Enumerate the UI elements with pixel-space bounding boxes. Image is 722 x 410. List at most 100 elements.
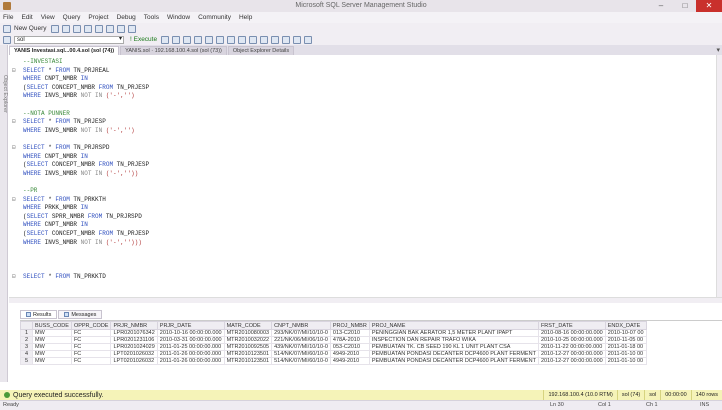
save-all-icon[interactable]: [116, 24, 125, 33]
database-select[interactable]: sol ▾: [14, 35, 124, 44]
intellisense-icon[interactable]: [216, 35, 225, 44]
row-number[interactable]: 1: [20, 329, 33, 337]
query-editor[interactable]: --INVESTASI SELECT * FROM TN_PRJREAL WHERE…: [9, 55, 716, 297]
collapse-region-icon[interactable]: ⊟: [12, 196, 16, 203]
table-cell[interactable]: 053-C2010: [329, 343, 370, 351]
table-cell[interactable]: 2010-08-16 00:00:00.000: [537, 329, 606, 337]
table-cell[interactable]: 2010-10-25 00:00:00.000: [537, 336, 606, 344]
menu-project[interactable]: Project: [88, 14, 108, 21]
menu-tools[interactable]: Tools: [144, 14, 159, 21]
tab-results[interactable]: Results: [20, 310, 58, 319]
table-cell[interactable]: 2011-01-18 00: [604, 343, 647, 351]
results-to-text-icon[interactable]: [227, 35, 236, 44]
table-cell[interactable]: 514/NK/07/MI/60/10-0: [271, 357, 331, 365]
table-cell[interactable]: 2010-12-27 00:00:00.000: [537, 350, 606, 358]
activity-monitor-icon[interactable]: [127, 24, 136, 33]
table-cell[interactable]: PEMBUATAN PONDASI DECANTER DCP4600 PLANT…: [368, 350, 539, 358]
menu-community[interactable]: Community: [198, 14, 231, 21]
open-file-icon[interactable]: [50, 24, 59, 33]
table-row[interactable]: 2 MW FC LPR0201231106 2010-03-31 00:00:00.00…: [20, 336, 647, 344]
table-cell[interactable]: 2011-01-10 00: [604, 357, 647, 365]
cancel-query-icon[interactable]: [172, 35, 181, 44]
column-header[interactable]: PROJ_NMBR: [329, 321, 370, 330]
column-header[interactable]: PRJR_NMBR: [110, 321, 158, 330]
table-cell[interactable]: MTR2010123501: [223, 350, 273, 358]
table-cell[interactable]: 2011-01-25 00:00:00.000: [156, 343, 225, 351]
menu-help[interactable]: Help: [239, 14, 252, 21]
column-header[interactable]: MATR_CODE: [223, 321, 273, 330]
table-cell[interactable]: 2011-01-26 00:00:00.000: [156, 357, 225, 365]
menu-file[interactable]: File: [3, 14, 13, 21]
increase-indent-icon[interactable]: [293, 35, 302, 44]
results-to-file-icon[interactable]: [249, 35, 258, 44]
collapse-region-icon[interactable]: ⊟: [12, 144, 16, 151]
menu-edit[interactable]: Edit: [21, 14, 32, 21]
table-cell[interactable]: 2010-10-16 00:00:00.000: [156, 329, 225, 337]
table-cell[interactable]: PEMBUATAN TK. CB SEED 190 KL 1 UNIT PLAN…: [368, 343, 539, 351]
table-cell[interactable]: FC: [70, 357, 112, 365]
column-header[interactable]: ENDX_DATE: [604, 321, 647, 330]
uncomment-icon[interactable]: [271, 35, 280, 44]
table-row[interactable]: 4 MW FC LPT0201026032 2011-01-26 00:00:00.00…: [20, 350, 647, 358]
analysis-query-icon[interactable]: [72, 24, 81, 33]
column-header[interactable]: PRJR_DATE: [156, 321, 225, 330]
menu-debug[interactable]: Debug: [117, 14, 136, 21]
editor-horizontal-scrollbar[interactable]: [9, 297, 722, 303]
close-button[interactable]: ✕: [696, 0, 722, 12]
collapse-region-icon[interactable]: ⊟: [12, 273, 16, 280]
row-number[interactable]: 5: [20, 357, 33, 365]
decrease-indent-icon[interactable]: [282, 35, 291, 44]
xmla-query-icon[interactable]: [83, 24, 92, 33]
comment-icon[interactable]: [260, 35, 269, 44]
execute-button[interactable]: ! Execute: [130, 36, 157, 43]
row-number[interactable]: 2: [20, 336, 33, 344]
tab-object-explorer-details[interactable]: Object Explorer Details: [227, 46, 295, 55]
table-cell[interactable]: LPR0201024029: [110, 343, 158, 351]
collapse-region-icon[interactable]: ⊟: [12, 118, 16, 125]
menu-view[interactable]: View: [41, 14, 55, 21]
table-cell[interactable]: PENINGGIAN BAK AERATOR 1,5 METER PLANT I…: [368, 329, 539, 337]
maximize-button[interactable]: □: [674, 0, 696, 12]
close-tab-icon[interactable]: ▾: [716, 46, 720, 54]
query-options-icon[interactable]: [205, 35, 214, 44]
table-cell[interactable]: 2010-12-27 00:00:00.000: [537, 357, 606, 365]
display-plan-icon[interactable]: [194, 35, 203, 44]
minimize-button[interactable]: –: [650, 0, 672, 12]
table-cell[interactable]: 478A-2010: [329, 336, 370, 344]
table-row[interactable]: 1 MW FC LPR0201076342 2010-10-16 00:00:00.00…: [20, 329, 647, 337]
table-cell[interactable]: MTR2010123501: [223, 357, 273, 365]
table-cell[interactable]: 013-C2010: [329, 329, 370, 337]
tab-yanis-query[interactable]: YANIS.sol · 192.168.100.4.sol (sol (73)): [120, 46, 227, 55]
debug-icon[interactable]: [161, 35, 170, 44]
table-cell[interactable]: MW: [32, 357, 72, 365]
column-header[interactable]: [20, 321, 33, 330]
results-to-grid-icon[interactable]: [238, 35, 247, 44]
table-cell[interactable]: 4949-2010: [329, 350, 370, 358]
table-cell[interactable]: MW: [32, 350, 72, 358]
table-cell[interactable]: 2010-11-05 00: [604, 336, 647, 344]
table-cell[interactable]: 514/NK/07/MI/60/10-0: [271, 350, 331, 358]
editor-vertical-scrollbar[interactable]: [716, 55, 722, 297]
menu-query[interactable]: Query: [63, 14, 81, 21]
row-number[interactable]: 3: [20, 343, 33, 351]
table-cell[interactable]: 439/NK/07/MI/10/10-0: [271, 343, 331, 351]
table-cell[interactable]: MW: [32, 329, 72, 337]
table-cell[interactable]: FC: [70, 350, 112, 358]
column-header[interactable]: FRST_DATE: [537, 321, 606, 330]
table-cell[interactable]: MTR2010092505: [223, 343, 273, 351]
save-icon[interactable]: [105, 24, 114, 33]
results-grid[interactable]: BUSS_CODE OPPR_CODE PRJR_NMBR PRJR_DATE MATR…: [20, 320, 722, 372]
connect-icon[interactable]: [3, 35, 11, 44]
table-cell[interactable]: 2010-03-31 00:00:00.000: [156, 336, 225, 344]
table-cell[interactable]: MW: [32, 336, 72, 344]
table-cell[interactable]: MW: [32, 343, 72, 351]
menu-window[interactable]: Window: [167, 14, 190, 21]
collapse-region-icon[interactable]: ⊟: [12, 67, 16, 74]
column-header[interactable]: PROJ_NAME: [368, 321, 539, 330]
table-cell[interactable]: PEMBUATAN PONDASI DECANTER DCP4600 PLANT…: [368, 357, 539, 365]
database-query-icon[interactable]: [61, 24, 70, 33]
parse-icon[interactable]: [183, 35, 192, 44]
table-cell[interactable]: 221/NK/06/MI/06/10-0: [271, 336, 331, 344]
column-header[interactable]: BUSS_CODE: [32, 321, 72, 330]
table-cell[interactable]: LPT0201026032: [110, 350, 158, 358]
